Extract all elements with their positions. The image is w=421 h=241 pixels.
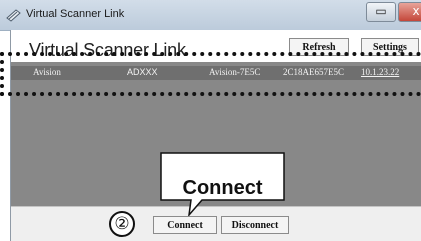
close-button[interactable]: x (398, 2, 421, 22)
callout-text: Connect (182, 177, 263, 199)
minimize-button[interactable]: ▭ (366, 2, 396, 22)
title-bar[interactable]: Virtual Scanner Link ▭ x (0, 0, 421, 31)
scanner-app-icon (6, 9, 21, 22)
window-title: Virtual Scanner Link (26, 8, 125, 20)
step-2-marker: ② (109, 211, 135, 237)
virtual-scanner-link-window: Virtual Scanner Link ▭ x Virtual Scanner… (0, 0, 421, 241)
highlight-dotted-box (0, 52, 421, 96)
connect-button[interactable]: Connect (153, 216, 217, 234)
connect-callout: Connect (160, 152, 285, 216)
disconnect-button[interactable]: Disconnect (221, 216, 289, 234)
